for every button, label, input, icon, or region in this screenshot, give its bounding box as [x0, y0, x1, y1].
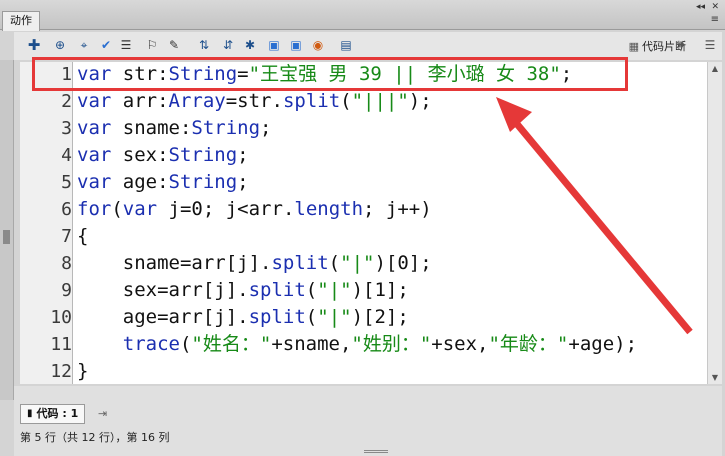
bottom-area: ▮ 代码 : 1 ⇥ 第 5 行（共 12 行），第 16 列 [14, 386, 722, 456]
code-tab[interactable]: ▮ 代码 : 1 [20, 404, 86, 424]
pin-icon[interactable]: ⇥ [98, 407, 107, 420]
status-bar: 第 5 行（共 12 行），第 16 列 [20, 431, 170, 444]
code-file-icon: ▮ [27, 408, 33, 419]
arrow-head [496, 97, 532, 132]
resize-grip[interactable] [364, 450, 388, 453]
arrow-shaft [509, 115, 693, 335]
code-tab-label: 代码 : 1 [36, 407, 79, 420]
